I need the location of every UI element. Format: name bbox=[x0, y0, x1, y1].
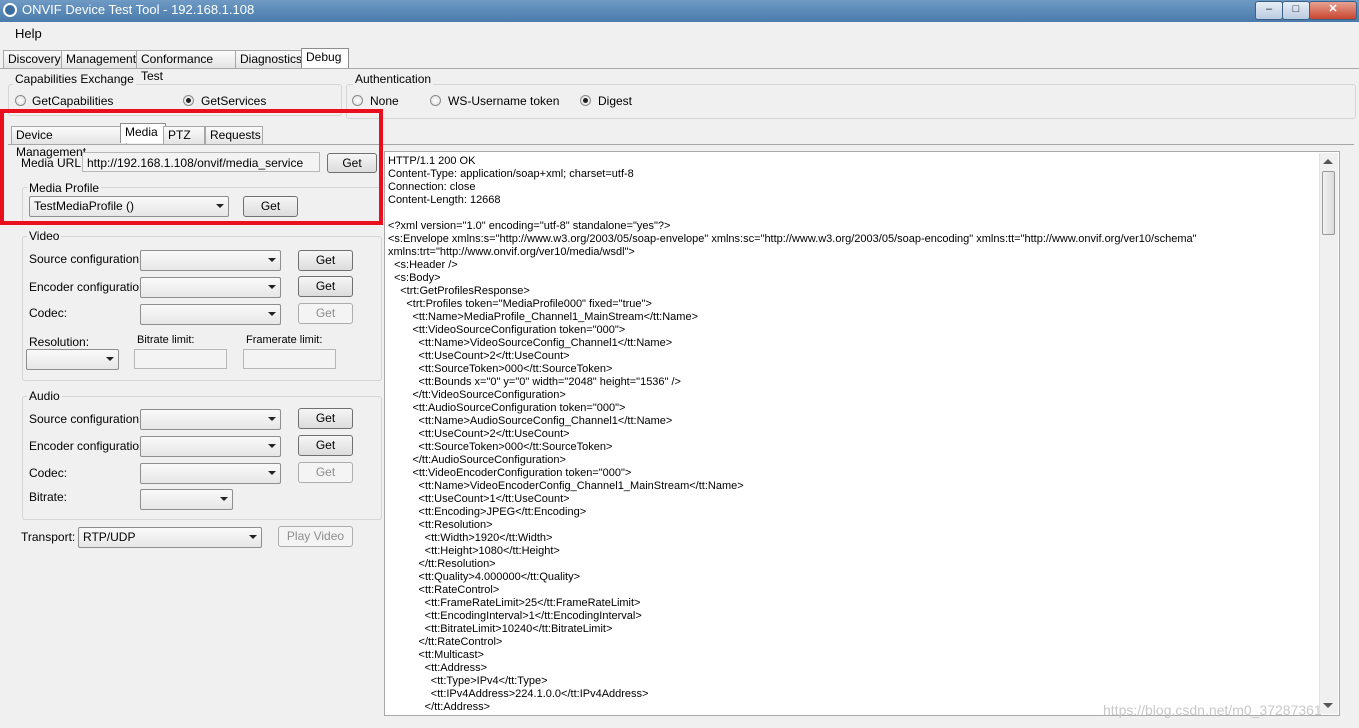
audio-bitrate-dropdown[interactable] bbox=[140, 489, 233, 510]
label-getcapabilities: GetCapabilities bbox=[32, 94, 114, 108]
chevron-down-icon bbox=[216, 204, 224, 208]
chevron-down-icon bbox=[268, 312, 276, 316]
audio-encoder-get-button[interactable]: Get bbox=[298, 435, 353, 456]
audio-legend: Audio bbox=[27, 389, 62, 403]
audio-codec-get-button[interactable]: Get bbox=[298, 462, 353, 483]
app-icon bbox=[3, 3, 17, 17]
media-profile-dropdown[interactable]: TestMediaProfile () bbox=[29, 196, 229, 217]
vertical-scrollbar[interactable] bbox=[1319, 153, 1338, 714]
audio-source-label: Source configuration: bbox=[29, 412, 143, 426]
tab-debug[interactable]: Debug bbox=[301, 48, 349, 68]
media-url-input[interactable]: http://192.168.1.108/onvif/media_service bbox=[82, 152, 320, 172]
chevron-down-icon bbox=[268, 258, 276, 262]
close-button[interactable]: ✕ bbox=[1309, 1, 1357, 20]
video-legend: Video bbox=[27, 229, 62, 243]
video-encoder-dropdown[interactable] bbox=[140, 277, 281, 298]
tab-conformance-test[interactable]: Conformance Test bbox=[136, 50, 238, 83]
video-codec-dropdown[interactable] bbox=[140, 304, 281, 325]
video-resolution-label: Resolution: bbox=[29, 335, 90, 349]
video-framerate-input[interactable] bbox=[243, 349, 336, 369]
response-textarea[interactable]: HTTP/1.1 200 OK Content-Type: applicatio… bbox=[384, 151, 1340, 716]
chevron-down-icon bbox=[268, 444, 276, 448]
media-url-label: Media URL: bbox=[21, 156, 85, 170]
tab-discovery[interactable]: Discovery bbox=[3, 50, 64, 68]
radio-auth-none[interactable] bbox=[352, 95, 363, 106]
video-codec-get-button[interactable]: Get bbox=[298, 303, 353, 324]
chevron-down-icon bbox=[268, 471, 276, 475]
video-source-dropdown[interactable] bbox=[140, 250, 281, 271]
subtab-device-management[interactable]: Device Management bbox=[11, 126, 127, 159]
audio-encoder-dropdown[interactable] bbox=[140, 436, 281, 457]
scroll-thumb[interactable] bbox=[1322, 171, 1335, 235]
response-text: HTTP/1.1 200 OK Content-Type: applicatio… bbox=[388, 155, 1197, 713]
audio-encoder-label: Encoder configuration: bbox=[29, 439, 150, 453]
radio-auth-digest[interactable] bbox=[580, 95, 591, 106]
chevron-down-icon bbox=[268, 285, 276, 289]
media-profile-legend: Media Profile bbox=[27, 181, 102, 195]
subtab-ptz[interactable]: PTZ bbox=[163, 126, 205, 144]
audio-codec-label: Codec: bbox=[29, 466, 68, 480]
label-getservices: GetServices bbox=[201, 94, 267, 108]
menu-bar: Help bbox=[0, 22, 1359, 44]
video-source-label: Source configuration: bbox=[29, 252, 143, 266]
maximize-button[interactable]: □ bbox=[1282, 1, 1310, 20]
label-auth-none: None bbox=[370, 94, 399, 108]
chevron-down-icon bbox=[268, 417, 276, 421]
chevron-down-icon bbox=[249, 535, 257, 539]
video-encoder-get-button[interactable]: Get bbox=[298, 276, 353, 297]
tab-management[interactable]: Management bbox=[61, 50, 139, 68]
subtab-media[interactable]: Media bbox=[120, 123, 166, 143]
audio-source-get-button[interactable]: Get bbox=[298, 408, 353, 429]
title-bar: ONVIF Device Test Tool - 192.168.1.108 –… bbox=[0, 0, 1359, 22]
chevron-down-icon bbox=[106, 357, 114, 361]
subtab-requests[interactable]: Requests bbox=[205, 126, 263, 144]
authentication-legend: Authentication bbox=[353, 72, 434, 86]
label-auth-digest: Digest bbox=[598, 94, 633, 108]
transport-dropdown[interactable]: RTP/UDP bbox=[78, 527, 262, 548]
transport-value: RTP/UDP bbox=[83, 530, 136, 544]
video-framerate-label: Framerate limit: bbox=[246, 334, 323, 346]
watermark: https://blog.csdn.net/m0_37287361 bbox=[1103, 702, 1322, 718]
video-resolution-dropdown[interactable] bbox=[26, 349, 119, 370]
audio-codec-dropdown[interactable] bbox=[140, 463, 281, 484]
audio-source-dropdown[interactable] bbox=[140, 409, 281, 430]
radio-getcapabilities[interactable] bbox=[15, 95, 26, 106]
scroll-down-icon[interactable] bbox=[1323, 703, 1333, 708]
tab-diagnostics[interactable]: Diagnostics bbox=[235, 50, 305, 68]
minimize-button[interactable]: – bbox=[1255, 1, 1283, 20]
scroll-up-icon[interactable] bbox=[1323, 159, 1333, 164]
media-url-value: http://192.168.1.108/onvif/media_service bbox=[87, 156, 304, 170]
media-profile-value: TestMediaProfile () bbox=[34, 199, 135, 213]
tab-strip-line bbox=[0, 68, 1359, 69]
capabilities-legend: Capabilities Exchange bbox=[13, 72, 136, 86]
chevron-down-icon bbox=[220, 497, 228, 501]
video-bitrate-input[interactable] bbox=[134, 349, 227, 369]
transport-label: Transport: bbox=[21, 530, 76, 544]
play-video-button[interactable]: Play Video bbox=[278, 526, 353, 547]
radio-auth-wsusername[interactable] bbox=[430, 95, 441, 106]
media-profile-get-button[interactable]: Get bbox=[243, 196, 298, 217]
label-auth-wsusername: WS-Username token bbox=[448, 94, 560, 108]
video-source-get-button[interactable]: Get bbox=[298, 250, 353, 271]
video-encoder-label: Encoder configuration: bbox=[29, 280, 150, 294]
video-bitrate-label: Bitrate limit: bbox=[137, 334, 195, 346]
window-title: ONVIF Device Test Tool - 192.168.1.108 bbox=[22, 2, 255, 17]
radio-getservices[interactable] bbox=[183, 95, 194, 106]
subtab-strip-line bbox=[8, 144, 1354, 145]
menu-help[interactable]: Help bbox=[15, 26, 42, 41]
video-codec-label: Codec: bbox=[29, 306, 68, 320]
media-url-get-button[interactable]: Get bbox=[327, 153, 377, 173]
audio-bitrate-label: Bitrate: bbox=[29, 490, 68, 504]
